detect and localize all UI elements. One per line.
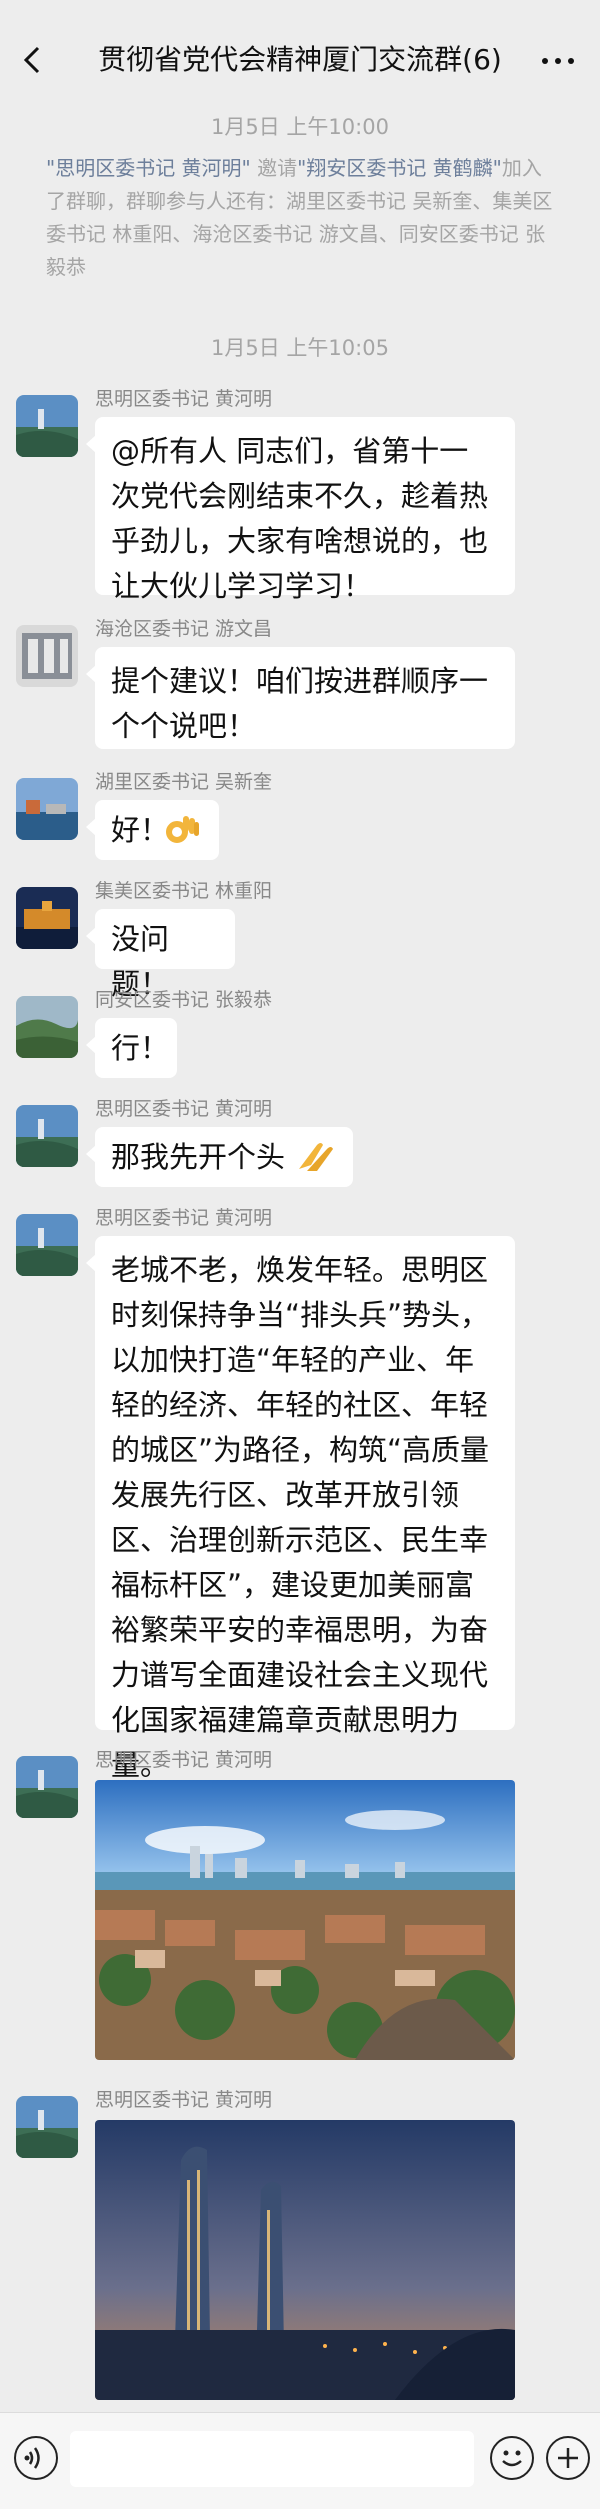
invite-word: 邀请 — [257, 156, 298, 180]
back-arrow-icon[interactable] — [18, 40, 48, 80]
inviter-name[interactable]: "思明区委书记 黄河明" — [46, 156, 251, 180]
avatar[interactable] — [16, 1756, 78, 1818]
voice-input-icon[interactable] — [14, 2436, 58, 2480]
message-bubble[interactable]: 行！ — [86, 1018, 177, 1078]
avatar[interactable] — [16, 996, 78, 1058]
more-functions-plus-icon[interactable] — [546, 2436, 590, 2480]
emoji-icon[interactable] — [490, 2436, 534, 2480]
chat-title: 贯彻省党代会精神厦门交流群(6) — [98, 43, 502, 76]
avatar[interactable] — [16, 1214, 78, 1276]
message-bubble[interactable]: 老城不老，焕发年轻。思明区时刻保持争当“排头兵”势头，以加快打造“年轻的产业、年… — [86, 1236, 515, 1782]
avatar[interactable] — [16, 625, 78, 687]
message-text: 好！ — [111, 813, 170, 847]
message-input[interactable] — [70, 2431, 474, 2487]
message-bubble[interactable]: 好！ — [86, 800, 219, 860]
invitee-name[interactable]: "翔安区委书记 黄鹤麟" — [297, 156, 502, 180]
input-toolbar — [0, 2412, 600, 2509]
city-skyline-photo[interactable] — [95, 1780, 515, 2060]
chat-header: 贯彻省党代会精神厦门交流群(6) — [0, 0, 600, 120]
sender-name: 思明区委书记 黄河明 — [95, 1207, 273, 1229]
avatar[interactable] — [16, 1105, 78, 1167]
sender-name: 思明区委书记 黄河明 — [95, 388, 273, 410]
avatar[interactable] — [16, 778, 78, 840]
message-bubble[interactable]: 那我先开个头 — [86, 1127, 353, 1187]
sender-name: 思明区委书记 黄河明 — [95, 1098, 273, 1120]
message-bubble[interactable]: 提个建议！咱们按进群顺序一个个说吧！ — [86, 647, 515, 749]
avatar[interactable] — [16, 2096, 78, 2158]
system-invite-message: "思明区委书记 黄河明" 邀请"翔安区委书记 黄鹤麟"加入了群聊，群聊参与人还有… — [46, 152, 558, 284]
timestamp: 1月5日 上午10:00 — [211, 115, 389, 139]
sender-name: 湖里区委书记 吴新奎 — [95, 771, 273, 793]
night-towers-photo[interactable] — [95, 2120, 515, 2400]
sender-name: 同安区委书记 张毅恭 — [95, 989, 273, 1011]
sender-name: 思明区委书记 黄河明 — [95, 2089, 273, 2111]
message-bubble[interactable]: @所有人 同志们，省第十一次党代会刚结束不久，趁着热乎劲儿，大家有啥想说的，也让… — [86, 417, 515, 603]
sender-name: 海沧区委书记 游文昌 — [95, 618, 273, 640]
message-text: 那我先开个头 — [111, 1140, 286, 1174]
sender-name: 思明区委书记 黄河明 — [95, 1749, 273, 1771]
ok-hand-emoji-icon — [166, 816, 199, 843]
message-bubble[interactable]: 没问题！ — [86, 909, 235, 1001]
clap-emoji-icon — [299, 1143, 333, 1171]
sender-name: 集美区委书记 林重阳 — [95, 880, 273, 902]
avatar[interactable] — [16, 887, 78, 949]
avatar[interactable] — [16, 395, 78, 457]
timestamp: 1月5日 上午10:05 — [211, 336, 389, 360]
more-options-icon[interactable] — [538, 45, 578, 75]
